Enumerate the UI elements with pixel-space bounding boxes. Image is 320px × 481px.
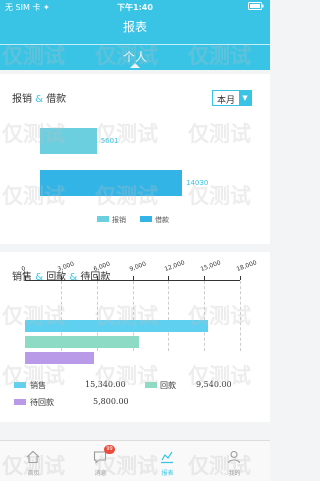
legend-swatch	[145, 382, 157, 388]
legend-swatch	[14, 382, 26, 388]
tab-messages[interactable]: 99 消息	[67, 441, 134, 481]
user-icon	[227, 449, 241, 464]
message-badge: 99	[104, 445, 115, 454]
tab-reports-label: 报表	[161, 470, 174, 477]
title-amp-2: &	[69, 272, 78, 283]
expense-card-title: 报销 & 借款	[12, 90, 66, 105]
bar-pending	[25, 352, 95, 364]
legend-label: 借款	[155, 216, 169, 224]
title-return: 回款	[46, 272, 67, 283]
legend-swatch	[97, 216, 109, 222]
legend-swatch	[14, 399, 26, 405]
home-icon	[26, 449, 40, 464]
expense-card: 报销 & 借款 本月 ▼	[0, 74, 270, 244]
grid-line	[204, 281, 206, 351]
bar-loan	[40, 170, 182, 196]
status-bar: 无 SIM 卡 ✦ 下午1:40	[0, 0, 270, 14]
battery-icon	[248, 2, 264, 12]
tab-reports[interactable]: 报表	[134, 441, 201, 481]
tab-profile-label: 我的	[228, 470, 241, 477]
title-amp: &	[35, 94, 43, 105]
title-reimburse: 报销	[12, 94, 32, 105]
tab-home-label: 首页	[27, 470, 40, 477]
status-time: 下午1:40	[117, 3, 153, 12]
chart-icon	[160, 449, 174, 464]
page-title: 报表	[122, 20, 147, 34]
x-tick	[96, 276, 98, 280]
legend-label: 回款	[160, 381, 176, 390]
title-pending: 待回款	[80, 272, 111, 283]
x-tick	[132, 276, 134, 280]
x-tick	[60, 276, 62, 280]
legend-value: 15,340.00	[85, 380, 126, 389]
header: 无 SIM 卡 ✦ 下午1:40 报表 个人	[0, 0, 270, 70]
x-tick	[168, 276, 170, 280]
tab-bar: 首页 99 消息 报表 我的	[0, 440, 270, 481]
grid-line	[168, 281, 170, 351]
legend-label: 报销	[112, 216, 126, 224]
tab-home[interactable]: 首页	[0, 441, 67, 481]
legend-value: 9,540.00	[196, 380, 232, 389]
bar-returned	[25, 336, 139, 348]
tab-messages-label: 消息	[94, 470, 107, 477]
legend-swatch	[140, 216, 152, 222]
x-tick	[240, 276, 241, 280]
bar-reimburse	[40, 128, 97, 154]
chevron-down-icon[interactable]: ▼	[239, 91, 251, 105]
legend-value: 5,800.00	[93, 397, 129, 406]
bar-value-label: 5601	[100, 137, 119, 145]
bar-sales	[25, 320, 209, 332]
month-selector-value: 本月	[217, 96, 236, 106]
tab-profile[interactable]: 我的	[201, 441, 268, 481]
legend-label: 销售	[30, 381, 46, 390]
month-selector[interactable]: 本月 ▼	[212, 90, 252, 106]
legend-label: 待回款	[30, 398, 54, 407]
x-tick	[204, 276, 206, 280]
grid-line	[240, 281, 241, 351]
title-loan: 借款	[46, 94, 67, 105]
bar-value-label: 14030	[186, 179, 209, 187]
tab-indicator	[130, 63, 140, 68]
x-tick	[25, 276, 26, 280]
title-sales: 销售	[12, 272, 32, 283]
title-amp-1: &	[35, 272, 43, 283]
